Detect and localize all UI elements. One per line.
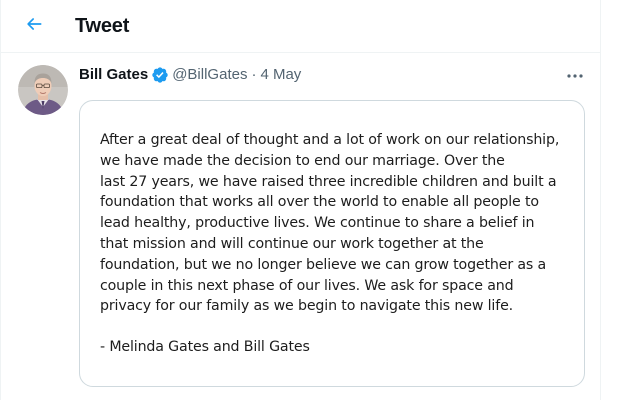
avatar[interactable] bbox=[18, 65, 68, 115]
statement-text: After a great deal of thought and a lot … bbox=[100, 130, 570, 317]
statement-signature: - Melinda Gates and Bill Gates bbox=[100, 339, 310, 355]
tweet-page: Tweet Bill Gates @BillGates · 4 May Afte… bbox=[0, 0, 601, 400]
arrow-left-icon bbox=[24, 14, 44, 39]
page-header: Tweet bbox=[1, 0, 601, 53]
tweet-image[interactable]: After a great deal of thought and a lot … bbox=[79, 100, 585, 387]
verified-badge-icon bbox=[151, 66, 169, 84]
author-handle[interactable]: @BillGates bbox=[172, 65, 247, 85]
statement-line: foundation that works all over the world… bbox=[100, 194, 539, 211]
statement-line: we have made the decision to end our mar… bbox=[100, 152, 505, 169]
statement-line: privacy for our family as we begin to na… bbox=[100, 298, 514, 315]
author-name[interactable]: Bill Gates bbox=[79, 65, 148, 85]
back-button[interactable] bbox=[17, 9, 51, 43]
page-title: Tweet bbox=[75, 15, 130, 37]
tweet-author-row: Bill Gates @BillGates · 4 May bbox=[79, 65, 301, 85]
tweet-date[interactable]: 4 May bbox=[260, 65, 301, 85]
more-options-button[interactable] bbox=[561, 66, 589, 84]
meta-separator: · bbox=[251, 66, 257, 83]
statement-line: lead healthy, productive lives. We conti… bbox=[100, 215, 535, 232]
statement-line: couple in this next phase of our lives. … bbox=[100, 277, 514, 294]
statement-line: that mission and will continue our work … bbox=[100, 235, 484, 252]
more-horizontal-icon bbox=[567, 66, 583, 84]
statement-line: foundation, but we no longer believe we … bbox=[100, 256, 547, 273]
statement-line: After a great deal of thought and a lot … bbox=[100, 132, 560, 148]
statement-line: last 27 years, we have raised three incr… bbox=[100, 173, 557, 190]
